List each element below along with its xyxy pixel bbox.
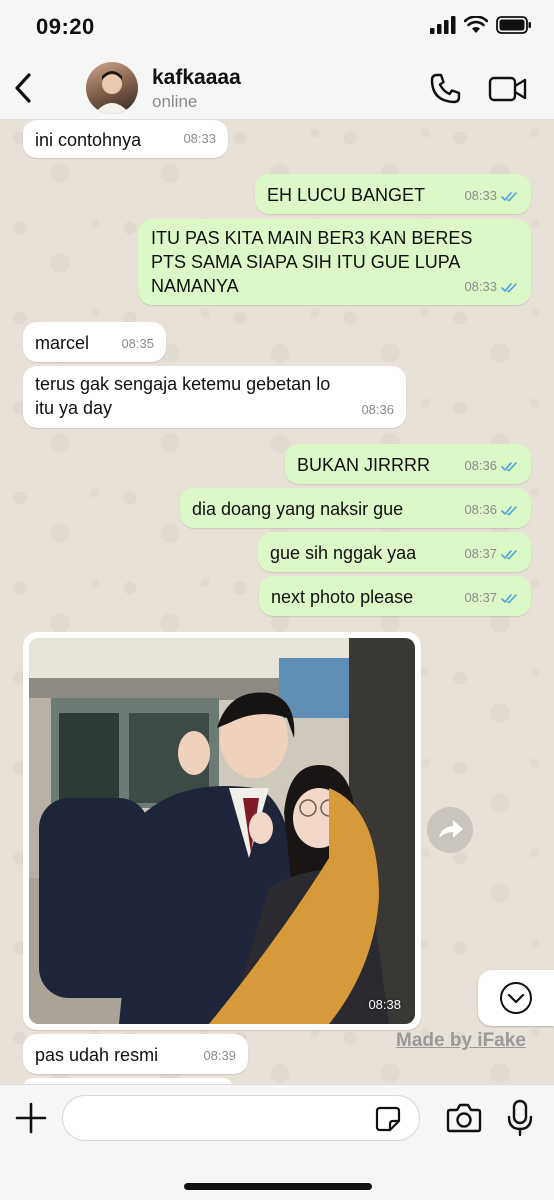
composer-bar — [0, 1084, 554, 1200]
back-chevron-icon[interactable] — [10, 70, 40, 106]
microphone-icon[interactable] — [506, 1099, 534, 1137]
message-text: ini contohnya — [35, 130, 142, 150]
message-time: 08:33 — [464, 275, 519, 299]
contact-avatar[interactable] — [86, 62, 138, 114]
read-ticks-icon — [501, 461, 517, 471]
photo-time: 08:38 — [368, 997, 401, 1012]
message-bubble-outgoing[interactable]: next photo please 08:37 — [259, 576, 531, 616]
watermark: Made by iFake — [396, 1030, 526, 1051]
sticker-icon[interactable] — [374, 1105, 402, 1133]
message-time: 08:37 — [464, 542, 519, 566]
message-text: pas udah resmi — [35, 1045, 159, 1065]
signal-icon — [430, 16, 456, 34]
message-time: 08:33 — [464, 184, 519, 208]
read-ticks-icon — [501, 549, 517, 559]
message-time: 08:37 — [464, 586, 519, 610]
message-bubble-incoming[interactable]: pas udah resmi 08:39 — [23, 1034, 248, 1074]
message-input[interactable] — [62, 1095, 420, 1141]
message-bubble-outgoing[interactable]: gue sih nggak yaa 08:37 — [258, 532, 531, 572]
photo-image[interactable]: 08:38 — [29, 638, 415, 1024]
chat-header: kafkaaaa online — [0, 58, 554, 120]
status-bar: 09:20 — [0, 0, 554, 58]
message-bubble-outgoing[interactable]: ITU PAS KITA MAIN BER3 KAN BERES PTS SAM… — [138, 219, 531, 305]
wifi-icon — [464, 16, 488, 33]
message-bubble-incoming[interactable]: terus gak sengaja ketemu gebetan lo itu … — [23, 366, 406, 428]
message-text: next photo please — [271, 587, 414, 607]
message-time: 08:36 — [361, 402, 394, 417]
message-time: 08:36 — [464, 454, 519, 478]
message-time: 08:36 — [464, 498, 519, 522]
message-text: ITU PAS KITA MAIN BER3 KAN BERES PTS SAM… — [151, 228, 473, 296]
contact-status: online — [152, 92, 198, 111]
status-time: 09:20 — [36, 14, 95, 39]
message-time: 08:39 — [203, 1048, 236, 1063]
video-camera-icon[interactable] — [488, 74, 528, 104]
message-bubble-incoming[interactable]: ini contohnya 08:33 — [23, 120, 228, 158]
read-ticks-icon — [501, 191, 517, 201]
photo-message[interactable]: 08:38 — [23, 632, 421, 1030]
message-text: marcel — [35, 333, 90, 353]
forward-button[interactable] — [427, 807, 473, 853]
message-bubble-outgoing[interactable]: BUKAN JIRRRR 08:36 — [285, 444, 531, 484]
message-text: EH LUCU BANGET — [267, 185, 426, 205]
message-time: 08:35 — [121, 336, 154, 351]
message-text: terus gak sengaja ketemu gebetan lo itu … — [35, 374, 331, 418]
message-bubble-outgoing[interactable]: EH LUCU BANGET 08:33 — [255, 174, 531, 214]
phone-icon[interactable] — [428, 72, 462, 106]
message-bubble-outgoing[interactable]: dia doang yang naksir gue 08:36 — [180, 488, 531, 528]
read-ticks-icon — [501, 593, 517, 603]
scroll-to-bottom-button[interactable] — [478, 970, 554, 1026]
message-text: BUKAN JIRRRR — [297, 455, 431, 475]
contact-name[interactable]: kafkaaaa — [152, 66, 241, 90]
message-text: dia doang yang naksir gue — [192, 499, 404, 519]
read-ticks-icon — [501, 282, 517, 292]
message-bubble-incoming[interactable]: marcel 08:35 — [23, 322, 166, 362]
message-time: 08:33 — [183, 131, 216, 146]
plus-icon[interactable] — [14, 1101, 48, 1135]
status-icons — [430, 16, 532, 34]
home-indicator[interactable] — [184, 1183, 372, 1190]
read-ticks-icon — [501, 505, 517, 515]
forward-arrow-icon — [439, 820, 463, 838]
chevron-down-circle-icon — [500, 982, 532, 1014]
battery-icon — [496, 16, 531, 34]
camera-icon[interactable] — [446, 1102, 482, 1134]
message-text: gue sih nggak yaa — [270, 543, 417, 563]
